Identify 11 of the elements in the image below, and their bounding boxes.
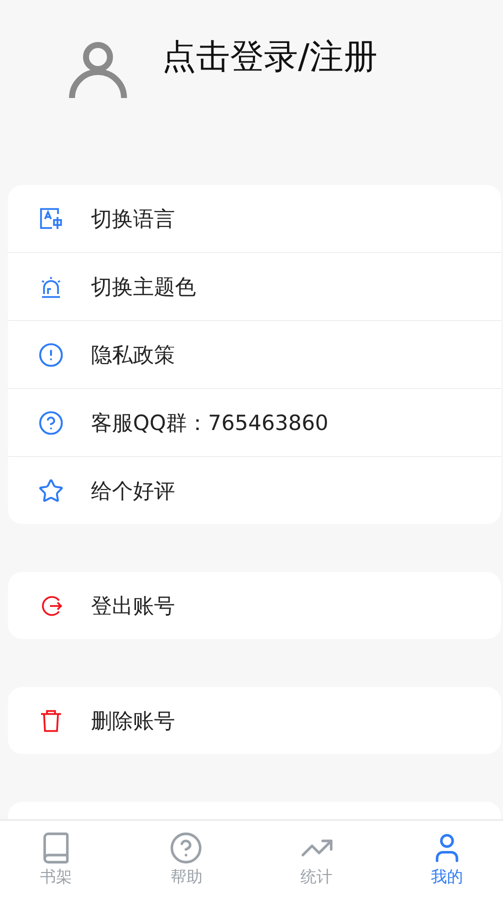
- menu-item[interactable]: 删除账号: [8, 687, 501, 754]
- menu-item[interactable]: 登出账号: [8, 572, 501, 639]
- menu-item[interactable]: 切换主题色: [8, 252, 501, 320]
- menu-item[interactable]: 客服QQ群：765463860: [8, 388, 501, 456]
- menu-item[interactable]: 隐私政策: [8, 320, 501, 388]
- menu-item[interactable]: 切换语言: [8, 185, 501, 252]
- avatar-icon[interactable]: [68, 40, 128, 100]
- menu-item[interactable]: 给个好评: [8, 456, 501, 524]
- nav-tab[interactable]: 我的: [404, 821, 489, 905]
- help-icon: [169, 831, 204, 865]
- login-link[interactable]: 点击登录/注册: [162, 34, 378, 80]
